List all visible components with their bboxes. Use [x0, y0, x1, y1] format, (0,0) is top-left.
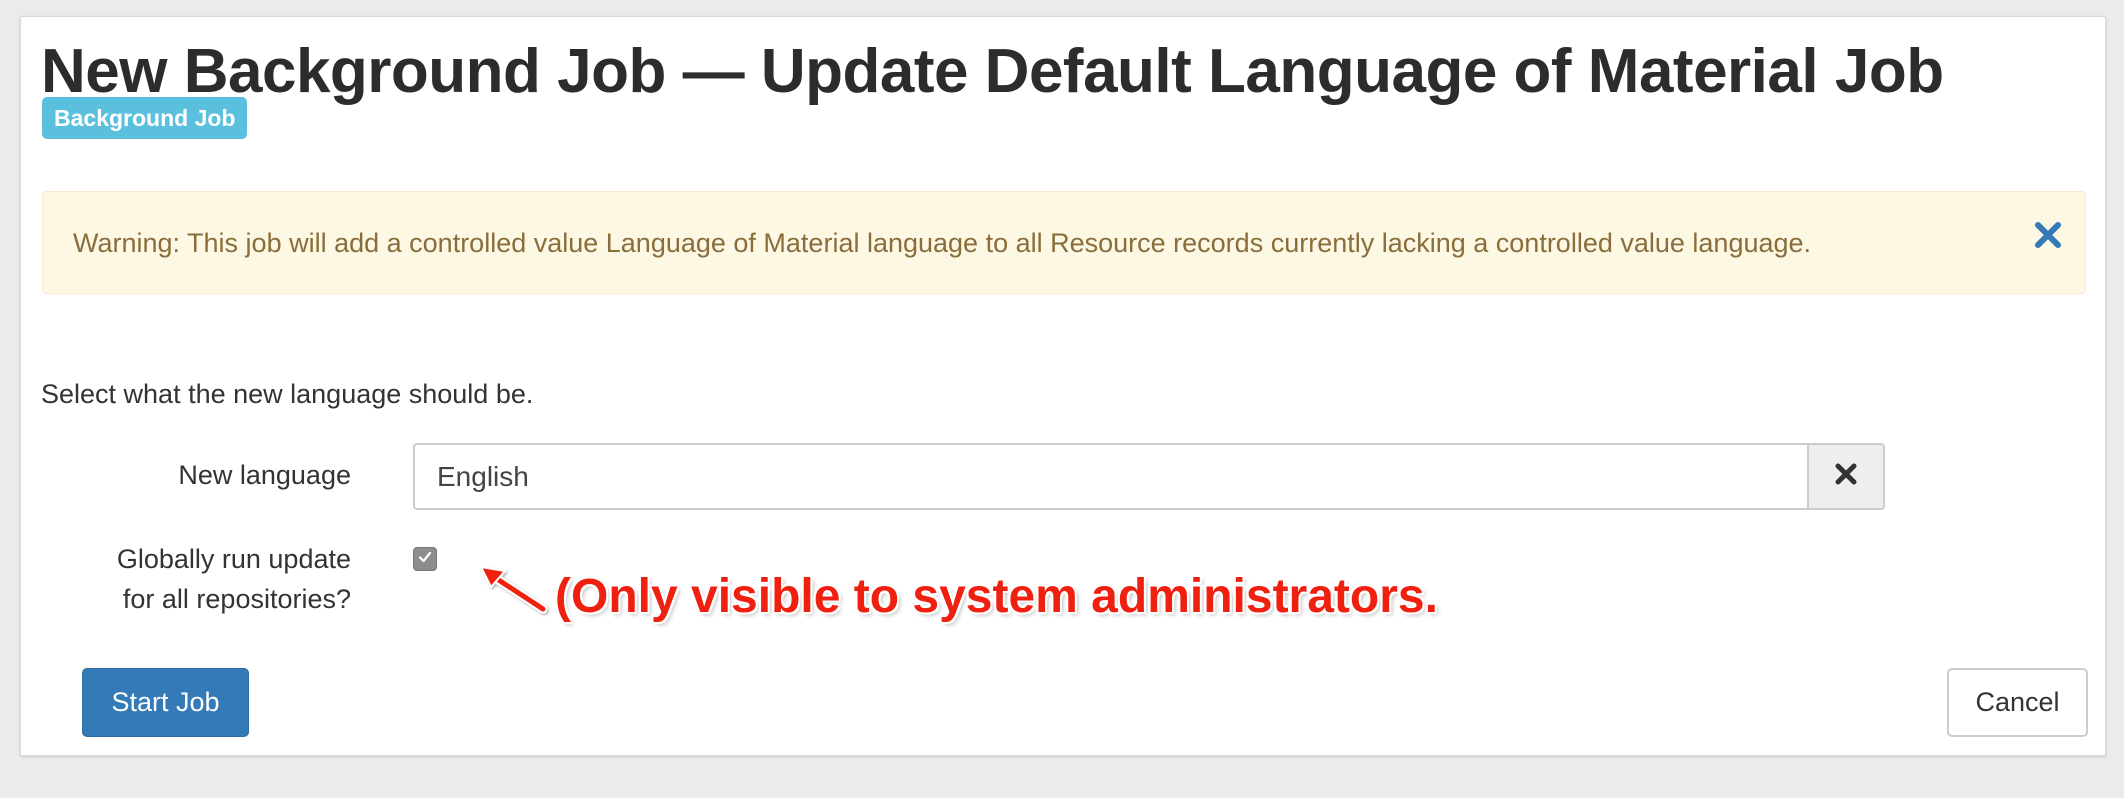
- form-instructions: Select what the new language should be.: [41, 379, 534, 409]
- new-language-input[interactable]: [413, 443, 1807, 510]
- job-panel: New Background Job — Update Default Lang…: [20, 16, 2106, 756]
- new-language-input-group: [413, 443, 1885, 510]
- admin-only-annotation: (Only visible to system administrators.: [555, 570, 1438, 623]
- global-update-label: Globally run update for all repositories…: [21, 539, 351, 619]
- start-job-button[interactable]: Start Job: [82, 668, 249, 737]
- job-type-badge: Background Job: [42, 97, 248, 139]
- annotation-arrow-icon: [469, 553, 565, 617]
- checkmark-icon: [417, 549, 433, 570]
- page-title: New Background Job — Update Default Lang…: [41, 37, 1944, 106]
- global-update-label-line1: Globally run update: [116, 544, 351, 574]
- global-update-label-line2: for all repositories?: [122, 584, 351, 614]
- warning-alert: Warning: This job will add a controlled …: [42, 191, 2086, 294]
- clear-language-button[interactable]: [1807, 443, 1885, 510]
- new-language-label: New language: [178, 460, 351, 490]
- cancel-button[interactable]: Cancel: [1947, 668, 2088, 737]
- warning-alert-message: Warning: This job will add a controlled …: [73, 228, 1812, 258]
- clear-icon: [1833, 461, 1859, 492]
- global-update-checkbox[interactable]: [413, 547, 437, 571]
- close-icon[interactable]: [2033, 220, 2063, 250]
